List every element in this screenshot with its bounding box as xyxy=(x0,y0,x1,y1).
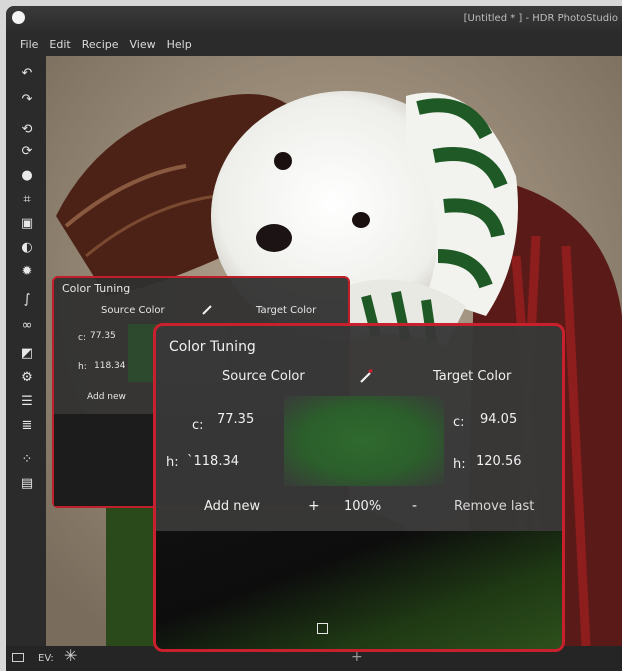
panel-title: Color Tuning xyxy=(62,282,131,295)
ev-label: EV: xyxy=(38,653,54,664)
target-hue-label: h: xyxy=(453,457,466,472)
strength-value: 100% xyxy=(344,499,382,514)
title-bar: [Untitled * ] - HDR PhotoStudio xyxy=(6,6,622,32)
eyedropper-icon[interactable] xyxy=(357,368,375,386)
color-tuning-panel: Color Tuning Source Color Target Color c… xyxy=(153,323,565,652)
app-logo-icon[interactable] xyxy=(12,11,25,24)
panel-title: Color Tuning xyxy=(169,339,256,355)
adjust-icon[interactable]: ⚙ xyxy=(19,370,35,386)
rotate-right-icon[interactable]: ⟳ xyxy=(19,144,35,160)
rain-icon[interactable]: ⁘ xyxy=(19,452,35,468)
add-new-button[interactable]: Add new xyxy=(204,499,260,514)
menu-bar: File Edit Recipe View Help xyxy=(6,32,622,56)
palette-icon[interactable]: ◩ xyxy=(19,346,35,362)
undo-icon[interactable]: ↶ xyxy=(19,66,35,82)
document-icon[interactable]: ▤ xyxy=(19,476,35,492)
levels-icon[interactable]: ≣ xyxy=(19,418,35,434)
target-color-label: Target Color xyxy=(256,305,317,316)
star-icon[interactable]: ✳ xyxy=(64,646,77,665)
remove-last-button[interactable]: Remove last xyxy=(454,499,534,514)
chroma-value: 77.35 xyxy=(90,331,116,341)
add-new-button[interactable]: Add new xyxy=(87,392,126,402)
hue-value: 118.34 xyxy=(94,361,126,371)
source-chroma-label: c: xyxy=(192,418,204,433)
source-hue-label: h: xyxy=(166,455,179,470)
source-color-label: Source Color xyxy=(222,369,305,384)
target-chroma-value[interactable]: 94.05 xyxy=(480,412,517,427)
increase-button[interactable]: + xyxy=(308,498,320,514)
target-chroma-label: c: xyxy=(453,415,465,430)
crop-icon[interactable]: ⌗ xyxy=(19,192,35,208)
menu-file[interactable]: File xyxy=(20,38,38,51)
sliders-icon[interactable]: ☰ xyxy=(19,394,35,410)
target-color-label: Target Color xyxy=(433,369,512,384)
source-hue-value[interactable]: `118.34 xyxy=(187,454,239,469)
source-chroma-value[interactable]: 77.35 xyxy=(217,412,254,427)
left-toolbar: ↶ ↷ ⟲ ⟳ ● ⌗ ▣ ◐ ✹ ∫ ∞ ◩ ⚙ ☰ ≣ ⁘ ▤ xyxy=(6,56,46,646)
preview-toggle-icon[interactable] xyxy=(317,623,328,634)
window-title: [Untitled * ] - HDR PhotoStudio xyxy=(463,13,618,24)
sun-icon[interactable]: ✹ xyxy=(19,264,35,280)
eyedropper-icon[interactable] xyxy=(200,303,214,317)
rotate-left-icon[interactable]: ⟲ xyxy=(19,122,35,138)
brush-icon[interactable]: ● xyxy=(19,168,35,184)
menu-view[interactable]: View xyxy=(130,38,156,51)
monitor-icon[interactable] xyxy=(12,653,24,662)
decrease-button[interactable]: - xyxy=(412,498,417,514)
color-swatch xyxy=(284,396,444,486)
chroma-label: c: xyxy=(78,333,86,343)
curve-icon[interactable]: ∫ xyxy=(19,292,35,308)
preview-area xyxy=(156,531,562,649)
target-hue-value[interactable]: 120.56 xyxy=(476,454,522,469)
source-color-label: Source Color xyxy=(101,305,165,316)
image-icon[interactable]: ▣ xyxy=(19,216,35,232)
menu-edit[interactable]: Edit xyxy=(49,38,70,51)
redo-icon[interactable]: ↷ xyxy=(19,92,35,108)
menu-help[interactable]: Help xyxy=(167,38,192,51)
drop-icon[interactable]: ◐ xyxy=(19,240,35,256)
glasses-icon[interactable]: ∞ xyxy=(19,318,35,334)
menu-recipe[interactable]: Recipe xyxy=(82,38,119,51)
hue-label: h: xyxy=(78,362,87,372)
